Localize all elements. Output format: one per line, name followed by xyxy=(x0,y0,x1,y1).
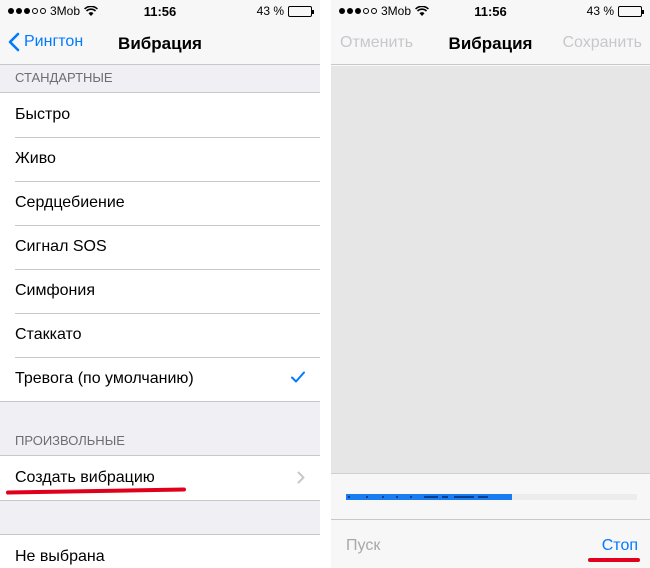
chevron-right-icon xyxy=(297,471,305,484)
list-item[interactable]: Симфония xyxy=(0,269,320,313)
battery: 43 % xyxy=(586,4,644,18)
playback-area xyxy=(331,474,650,520)
list-item[interactable]: Не выбрана xyxy=(0,535,320,568)
list-item-label: Живо xyxy=(15,150,56,167)
playback-track[interactable] xyxy=(346,494,637,500)
list-item[interactable]: Быстро xyxy=(0,93,320,137)
pattern-mark xyxy=(454,496,474,498)
list-item[interactable]: Живо xyxy=(0,137,320,181)
divider xyxy=(320,0,331,568)
battery-percent: 43 % xyxy=(586,4,614,18)
nav-bar: Отменить Вибрация Сохранить xyxy=(331,22,650,65)
right-screen: 3Mob 11:56 43 % Отменить Вибрация Сохран… xyxy=(331,0,650,568)
list-item-label: Сигнал SOS xyxy=(15,238,107,255)
list-item-label: Тревога (по умолчанию) xyxy=(15,370,194,387)
pattern-mark xyxy=(348,496,350,498)
status-bar: 3Mob 11:56 43 % xyxy=(331,0,650,22)
list-item-selected[interactable]: Тревога (по умолчанию) xyxy=(0,357,320,401)
save-button[interactable]: Сохранить xyxy=(562,34,642,52)
chevron-left-icon xyxy=(8,32,20,52)
list-item[interactable]: Стаккато xyxy=(0,313,320,357)
battery-icon xyxy=(618,5,644,17)
list-item-label: Симфония xyxy=(15,282,95,299)
pattern-mark xyxy=(366,496,368,498)
pattern-mark xyxy=(478,496,488,498)
custom-vibrations-list: Создать вибрацию xyxy=(0,455,320,501)
pattern-mark xyxy=(424,496,438,498)
left-screen: 3Mob 11:56 43 % Рингтон Вибрация СТАНДАР… xyxy=(0,0,320,568)
list-item[interactable]: Сердцебиение xyxy=(0,181,320,225)
nav-bar: Рингтон Вибрация xyxy=(0,22,320,65)
list-item[interactable]: Сигнал SOS xyxy=(0,225,320,269)
battery-icon xyxy=(288,5,314,17)
toolbar: Пуск Стоп xyxy=(331,521,650,568)
play-button[interactable]: Пуск xyxy=(346,537,380,555)
playback-progress xyxy=(346,494,512,500)
standard-vibrations-list: Быстро Живо Сердцебиение Сигнал SOS Симф… xyxy=(0,92,320,402)
pattern-mark xyxy=(410,496,412,498)
pattern-mark xyxy=(442,496,448,498)
pattern-mark xyxy=(382,496,384,498)
pattern-mark xyxy=(396,496,398,498)
stop-button[interactable]: Стоп xyxy=(602,537,638,555)
vibration-recording-area[interactable] xyxy=(331,66,650,474)
battery: 43 % xyxy=(256,4,314,18)
list-item-label: Создать вибрацию xyxy=(15,469,155,486)
list-item-label: Быстро xyxy=(15,106,71,123)
battery-percent: 43 % xyxy=(256,4,284,18)
status-bar: 3Mob 11:56 43 % xyxy=(0,0,320,22)
section-header-custom: ПРОИЗВОЛЬНЫЕ xyxy=(15,433,125,448)
page-title: Вибрация xyxy=(118,34,202,53)
checkmark-icon xyxy=(291,371,305,383)
none-list: Не выбрана xyxy=(0,534,320,568)
list-item-label: Стаккато xyxy=(15,326,82,343)
highlight-underline xyxy=(588,558,640,562)
list-item-label: Не выбрана xyxy=(15,548,105,565)
list-item-label: Сердцебиение xyxy=(15,194,125,211)
section-header-standard: СТАНДАРТНЫЕ xyxy=(15,70,113,85)
